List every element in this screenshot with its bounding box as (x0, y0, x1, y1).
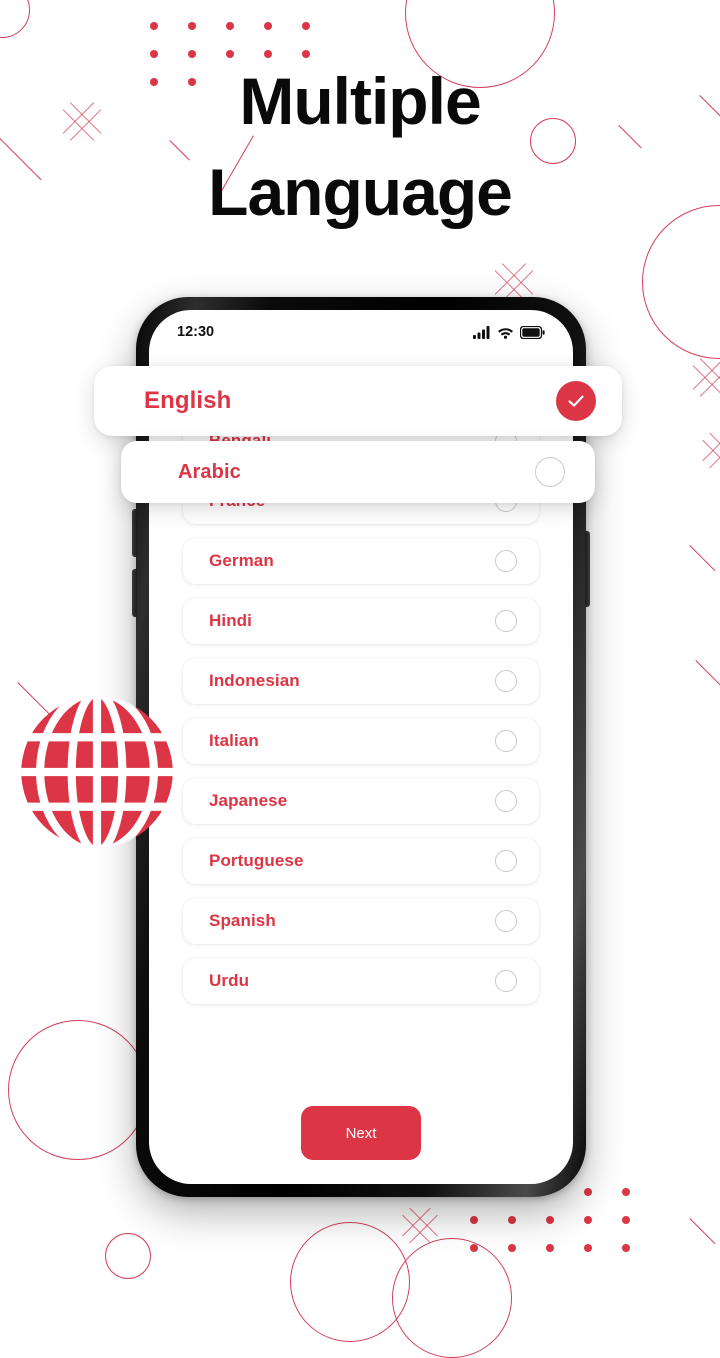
language-option-label: Portuguese (209, 851, 304, 870)
radio-unselected-icon[interactable] (495, 970, 517, 992)
language-option-label: Arabic (178, 460, 241, 483)
radio-unselected-icon[interactable] (495, 850, 517, 872)
check-icon (568, 395, 584, 407)
language-option-hindi[interactable]: Hindi (183, 598, 539, 644)
language-option-portuguese[interactable]: Portuguese (183, 838, 539, 884)
language-option-english[interactable]: English (94, 366, 622, 436)
decor-x-right-low (690, 355, 720, 399)
decor-circle-botleft (8, 1020, 148, 1160)
page-title: Multiple Language (0, 56, 720, 238)
decor-circle-topleft (0, 0, 30, 38)
signal-icon (473, 325, 490, 339)
decor-line-7 (689, 1218, 716, 1245)
battery-icon (520, 325, 545, 339)
radio-unselected-icon[interactable] (495, 910, 517, 932)
radio-unselected-icon[interactable] (535, 457, 565, 487)
decor-circle-bot-mid (290, 1222, 410, 1342)
status-bar-time: 12:30 (177, 324, 215, 340)
radio-unselected-icon[interactable] (495, 610, 517, 632)
language-option-italian[interactable]: Italian (183, 718, 539, 764)
dot-grid-bottom (470, 1188, 660, 1272)
decor-x-bot-left (400, 1205, 440, 1245)
language-option-indonesian[interactable]: Indonesian (183, 658, 539, 704)
language-option-label: Urdu (209, 971, 250, 990)
status-bar-icons (473, 325, 545, 339)
radio-unselected-icon[interactable] (495, 550, 517, 572)
radio-unselected-icon[interactable] (495, 670, 517, 692)
language-option-label: Hindi (209, 611, 252, 630)
next-button[interactable]: Next (301, 1106, 421, 1160)
volume-up-button[interactable] (132, 509, 137, 557)
language-option-urdu[interactable]: Urdu (183, 958, 539, 1004)
radio-unselected-icon[interactable] (495, 790, 517, 812)
language-option-label: Spanish (209, 911, 276, 930)
language-option-label: English (144, 387, 232, 414)
decor-line-9 (695, 660, 720, 687)
volume-down-button[interactable] (132, 569, 137, 617)
language-option-label: Italian (209, 731, 259, 750)
language-option-label: Japanese (209, 791, 288, 810)
globe-icon (18, 693, 176, 851)
page-title-line-2: Language (208, 155, 513, 230)
language-option-label: Indonesian (209, 671, 300, 690)
decor-circle-bot-mid2 (392, 1238, 512, 1358)
language-option-label: German (209, 551, 274, 570)
decor-line-8 (689, 545, 716, 572)
page-title-line-1: Multiple (239, 64, 481, 138)
wifi-icon (498, 327, 513, 339)
language-option-japanese[interactable]: Japanese (183, 778, 539, 824)
status-bar: 12:30 (149, 310, 573, 354)
language-option-arabic[interactable]: Arabic (121, 441, 595, 503)
power-button[interactable] (585, 531, 590, 607)
check-circle-icon[interactable] (556, 381, 596, 421)
radio-unselected-icon[interactable] (495, 730, 517, 752)
decor-circle-botsmall (105, 1233, 151, 1279)
language-option-spanish[interactable]: Spanish (183, 898, 539, 944)
language-option-german[interactable]: German (183, 538, 539, 584)
decor-x-far-right (700, 430, 720, 470)
